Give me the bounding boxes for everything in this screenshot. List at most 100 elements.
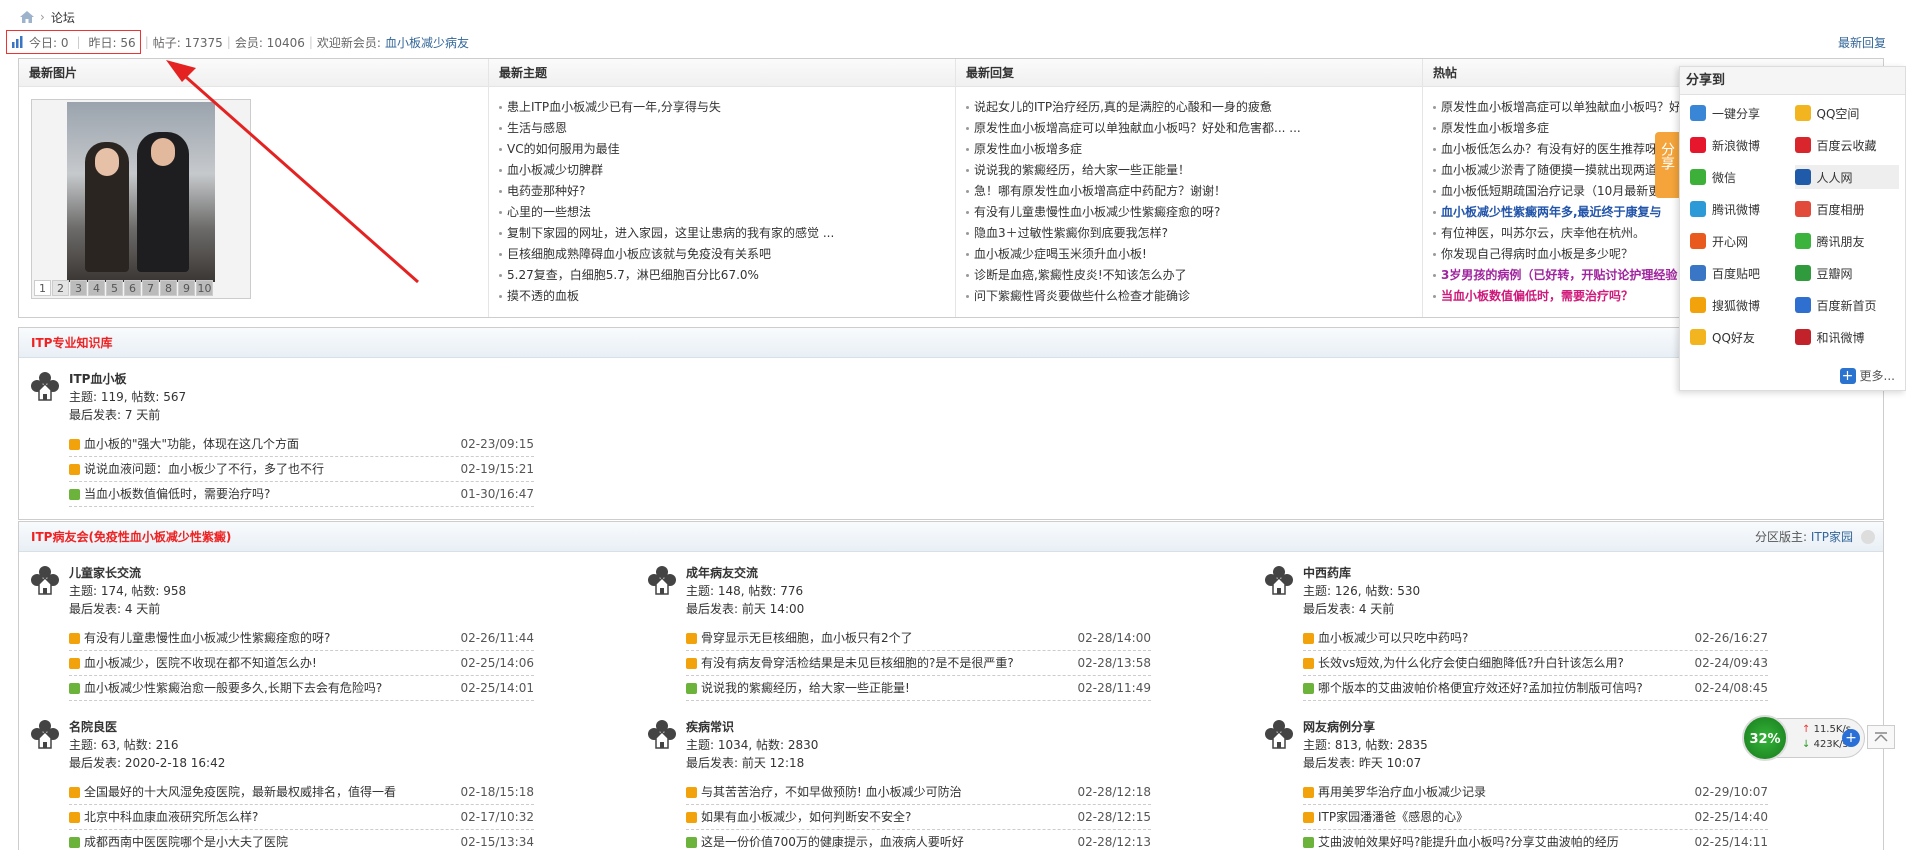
list-item[interactable]: 说起女儿的ITP治疗经历,真的是满腔的心酸和一身的疲惫 <box>966 97 1422 118</box>
thread-title-link[interactable]: ITP家园潘潘爸《感恩的心》 <box>1318 805 1468 829</box>
share-option[interactable]: 百度贴吧 <box>1690 261 1795 285</box>
pager-button[interactable]: 2 <box>52 280 69 296</box>
share-option[interactable]: 豆瓣网 <box>1794 261 1900 285</box>
thread-title-link[interactable]: 说说我的紫癜经历，给大家一些正能量! <box>701 676 910 700</box>
forum-icon[interactable] <box>1263 564 1295 598</box>
thread-title-link[interactable]: 艾曲波帕效果好吗?能提升血小板吗?分享艾曲波帕的经历 <box>1318 830 1619 850</box>
forum-icon[interactable] <box>29 564 61 598</box>
list-item[interactable]: VC的如何服用为最佳 <box>499 139 955 160</box>
thread-row[interactable]: 血小板的"强大"功能，体现在这几个方面 02-23/09:15 <box>69 432 534 457</box>
thread-title-link[interactable]: 这是一份价值700万的健康提示，血液病人要听好 <box>701 830 964 850</box>
home-icon[interactable] <box>20 11 34 23</box>
share-option[interactable]: 一键分享 <box>1690 101 1795 125</box>
list-item[interactable]: 血小板减少切脾群 <box>499 160 955 181</box>
forum-name-link[interactable]: 中西药库 <box>1303 564 1351 581</box>
breadcrumb-forum[interactable]: 论坛 <box>51 9 75 26</box>
list-item[interactable]: 说说我的紫癜经历，给大家一些正能量！ <box>966 160 1422 181</box>
thread-row[interactable]: 当血小板数值偏低时，需要治疗吗? 01-30/16:47 <box>69 482 534 507</box>
thread-title-link[interactable]: 血小板减少性紫癜治愈一般要多久,长期下去会有危险吗? <box>84 676 382 700</box>
thread-row[interactable]: 说说血液问题：血小板少了不行，多了也不行 02-19/15:21 <box>69 457 534 482</box>
section-title[interactable]: ITP病友会(免疫性血小板减少性紫癜) <box>31 530 231 544</box>
add-icon[interactable]: + <box>1842 729 1860 747</box>
list-item[interactable]: 原发性血小板增高症可以单独献血小板吗？好处和危害都... ... <box>966 118 1422 139</box>
slideshow-photo[interactable] <box>67 102 215 282</box>
forum-icon[interactable] <box>29 370 61 404</box>
share-option[interactable]: 微信 <box>1690 165 1795 189</box>
thread-title-link[interactable]: 哪个版本的艾曲波帕价格便宜疗效还好?孟加拉仿制版可信吗? <box>1318 676 1643 700</box>
thread-title-link[interactable]: 当血小板数值偏低时，需要治疗吗? <box>84 482 270 506</box>
forum-name-link[interactable]: 成年病友交流 <box>686 564 758 581</box>
share-option[interactable]: QQ好友 <box>1690 325 1795 349</box>
share-option[interactable]: 百度相册 <box>1794 197 1900 221</box>
list-item[interactable]: 血小板减少症喝玉米须升血小板! <box>966 244 1422 265</box>
thread-row[interactable]: 长效vs短效,为什么化疗会使白细胞降低?升白针该怎么用? 02-24/09:43 <box>1303 651 1768 676</box>
list-item[interactable]: 复制下家园的网址，进入家园，这里让患病的我有家的感觉 ... <box>499 223 955 244</box>
memory-usage-circle[interactable]: 32% <box>1742 715 1788 761</box>
back-to-top-button[interactable] <box>1867 725 1895 749</box>
pager-button[interactable]: 7 <box>142 280 159 296</box>
forum-name-link[interactable]: 名院良医 <box>69 718 117 735</box>
thread-row[interactable]: 哪个版本的艾曲波帕价格便宜疗效还好?孟加拉仿制版可信吗? 02-24/08:45 <box>1303 676 1768 701</box>
thread-title-link[interactable]: 有没有儿童患慢性血小板减少性紫癜痊愈的呀? <box>84 626 330 650</box>
pager-button[interactable]: 1 <box>34 280 51 296</box>
pager-button[interactable]: 9 <box>178 280 195 296</box>
thread-title-link[interactable]: 血小板的"强大"功能，体现在这几个方面 <box>84 432 299 456</box>
list-item[interactable]: 电药壶那种好? <box>499 181 955 202</box>
thread-row[interactable]: 有没有儿童患慢性血小板减少性紫癜痊愈的呀? 02-26/11:44 <box>69 626 534 651</box>
image-slideshow[interactable]: 1 2 3 4 5 6 7 8 9 10 <box>31 99 251 299</box>
forum-name-link[interactable]: 疾病常识 <box>686 718 734 735</box>
thread-title-link[interactable]: 如果有血小板减少，如何判断安不安全? <box>701 805 911 829</box>
pager-button[interactable]: 4 <box>88 280 105 296</box>
share-option[interactable]: 和讯微博 <box>1794 325 1900 349</box>
share-option[interactable]: 百度云收藏 <box>1794 133 1900 157</box>
forum-name-link[interactable]: 网友病例分享 <box>1303 718 1375 735</box>
list-item[interactable]: 5.27复查，白细胞5.7，淋巴细胞百分比67.0% <box>499 265 955 286</box>
thread-row[interactable]: 这是一份价值700万的健康提示，血液病人要听好 02-28/12:13 <box>686 830 1151 850</box>
thread-row[interactable]: 成都西南中医医院哪个是小大夫了医院 02-15/13:34 <box>69 830 534 850</box>
thread-title-link[interactable]: 说说血液问题：血小板少了不行，多了也不行 <box>84 457 324 481</box>
forum-name-link[interactable]: ITP血小板 <box>69 370 126 387</box>
thread-row[interactable]: 再用美罗华治疗血小板减少记录 02-29/10:07 <box>1303 780 1768 805</box>
pager-button[interactable]: 5 <box>106 280 123 296</box>
forum-icon[interactable] <box>646 718 678 752</box>
section-title[interactable]: ITP专业知识库 <box>19 328 1883 358</box>
thread-title-link[interactable]: 血小板减少，医院不收现在都不知道怎么办! <box>84 651 317 675</box>
pager-button[interactable]: 6 <box>124 280 141 296</box>
thread-row[interactable]: 血小板减少可以只吃中药吗? 02-26/16:27 <box>1303 626 1768 651</box>
list-item[interactable]: 心里的一些想法 <box>499 202 955 223</box>
pager-button[interactable]: 3 <box>70 280 87 296</box>
pager-button[interactable]: 10 <box>196 280 213 296</box>
share-option[interactable]: 腾讯微博 <box>1690 197 1795 221</box>
list-item[interactable]: 有没有儿童患慢性血小板减少性紫癜痊愈的呀? <box>966 202 1422 223</box>
list-item[interactable]: 巨核细胞成熟障碍血小板应该就与免疫没有关系吧 <box>499 244 955 265</box>
forum-icon[interactable] <box>29 718 61 752</box>
thread-row[interactable]: 全国最好的十大风湿免疫医院，最新最权威排名，值得一看 02-18/15:18 <box>69 780 534 805</box>
thread-title-link[interactable]: 北京中科血康血液研究所怎么样? <box>84 805 258 829</box>
list-item[interactable]: 隐血3＋过敏性紫癜你到底要我怎样? <box>966 223 1422 244</box>
thread-title-link[interactable]: 长效vs短效,为什么化疗会使白细胞降低?升白针该怎么用? <box>1318 651 1624 675</box>
thread-title-link[interactable]: 与其苦苦治疗，不如早做预防! 血小板减少可防治 <box>701 780 962 804</box>
forum-icon[interactable] <box>646 564 678 598</box>
moderator-link[interactable]: ITP家园 <box>1811 530 1853 544</box>
thread-title-link[interactable]: 血小板减少可以只吃中药吗? <box>1318 626 1468 650</box>
forum-icon[interactable] <box>1263 718 1295 752</box>
share-option[interactable]: 人人网 <box>1794 165 1899 189</box>
thread-title-link[interactable]: 成都西南中医医院哪个是小大夫了医院 <box>84 830 288 850</box>
share-option[interactable]: 新浪微博 <box>1690 133 1795 157</box>
thread-row[interactable]: 如果有血小板减少，如何判断安不安全? 02-28/12:15 <box>686 805 1151 830</box>
thread-row[interactable]: 北京中科血康血液研究所怎么样? 02-17/10:32 <box>69 805 534 830</box>
share-option[interactable]: 腾讯朋友 <box>1794 229 1900 253</box>
list-item[interactable]: 生活与感恩 <box>499 118 955 139</box>
thread-title-link[interactable]: 再用美罗华治疗血小板减少记录 <box>1318 780 1486 804</box>
share-option[interactable]: 百度新首页 <box>1794 293 1900 317</box>
latest-reply-link[interactable]: 最新回复 <box>1838 34 1886 51</box>
share-option[interactable]: 搜狐微博 <box>1690 293 1795 317</box>
thread-title-link[interactable]: 全国最好的十大风湿免疫医院，最新最权威排名，值得一看 <box>84 780 396 804</box>
thread-title-link[interactable]: 有没有病友骨穿活检结果是未见巨核细胞的?是不是很严重? <box>701 651 1014 675</box>
thread-row[interactable]: 艾曲波帕效果好吗?能提升血小板吗?分享艾曲波帕的经历 02-25/14:11 <box>1303 830 1768 850</box>
thread-row[interactable]: 说说我的紫癜经历，给大家一些正能量! 02-28/11:49 <box>686 676 1151 701</box>
list-item[interactable]: 患上ITP血小板减少已有一年,分享得与失 <box>499 97 955 118</box>
thread-row[interactable]: 骨穿显示无巨核细胞，血小板只有2个了 02-28/14:00 <box>686 626 1151 651</box>
thread-row[interactable]: 血小板减少，医院不收现在都不知道怎么办! 02-25/14:06 <box>69 651 534 676</box>
network-speed-widget[interactable]: 32% ↑ 11.5K/s ↓ 423K/s + <box>1742 715 1865 761</box>
